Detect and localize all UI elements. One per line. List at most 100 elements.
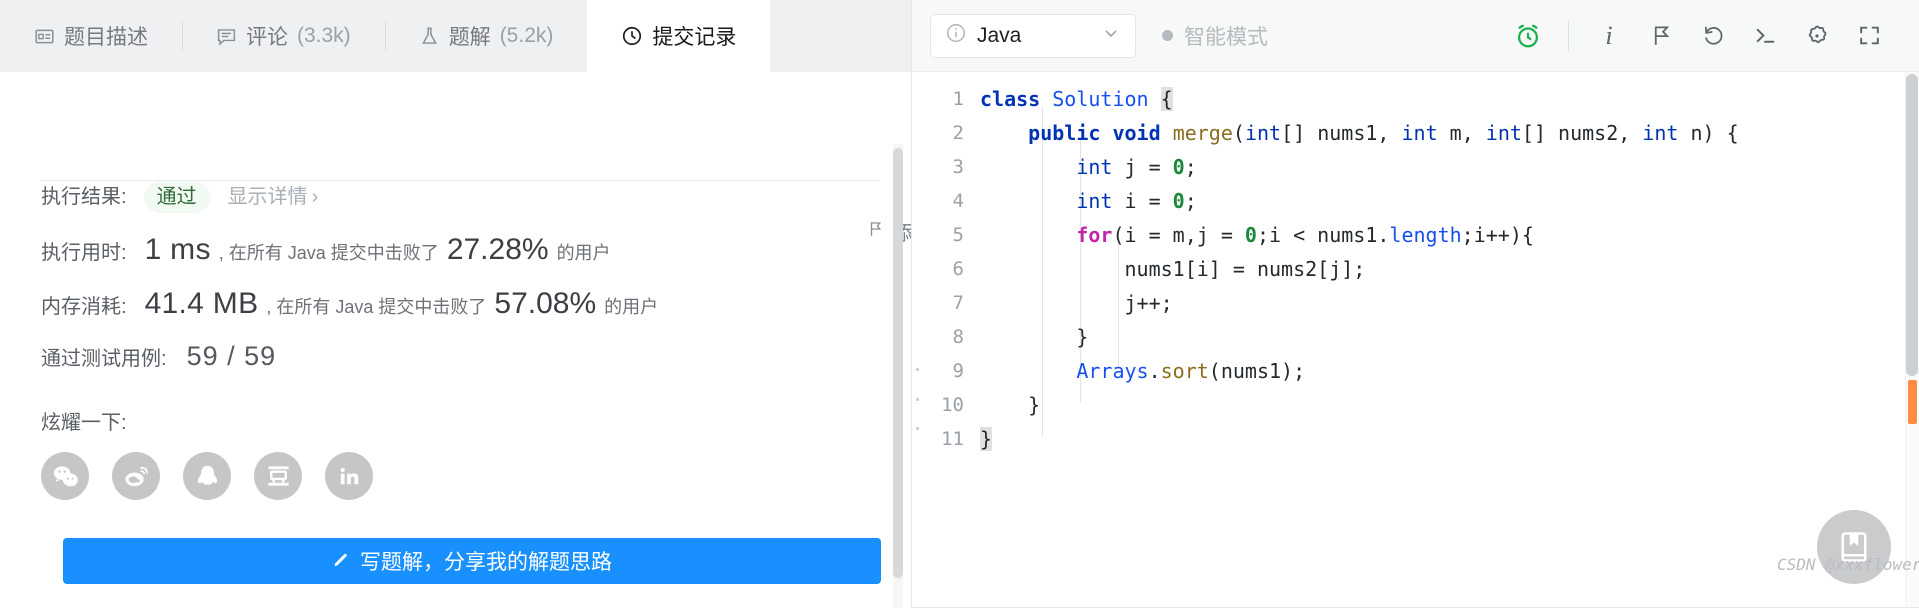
- line-number: 1: [952, 88, 964, 110]
- qq-icon[interactable]: [183, 452, 231, 500]
- runtime-row: 执行用时: 1 ms , 在所有 Java 提交中击败了 27.28% 的用户: [41, 233, 879, 267]
- flask-icon: [419, 26, 440, 47]
- console-icon[interactable]: [1739, 10, 1791, 62]
- runtime-value: 1 ms: [144, 233, 211, 266]
- tab-comments[interactable]: 评论 (3.3k): [182, 0, 385, 72]
- code-line-text: for(i = m,j = 0;i < nums1.length;i++){: [1076, 223, 1534, 247]
- runtime-label: 执行用时:: [41, 242, 127, 264]
- code-line: 1 class Solution {: [912, 82, 1919, 116]
- code-line: 5 for(i = m,j = 0;i < nums1.length;i++){: [912, 218, 1919, 252]
- line-number: 3: [952, 156, 964, 178]
- settings-icon[interactable]: [1791, 10, 1843, 62]
- watermark-text: CSDN @xxxflower.: [1776, 555, 1919, 574]
- write-solution-button[interactable]: 写题解，分享我的解题思路: [63, 538, 881, 584]
- tab-solutions[interactable]: 题解 (5.2k): [384, 0, 588, 72]
- result-status-row: 执行结果: 通过 显示详情 ›: [41, 180, 879, 213]
- result-label: 执行结果:: [41, 186, 127, 208]
- wechat-icon[interactable]: [41, 452, 89, 500]
- code-line: 9 Arrays.sort(nums1);: [912, 354, 1919, 388]
- code-line-text: }: [1076, 325, 1089, 349]
- code-line: 10 }: [912, 388, 1919, 422]
- problem-tabbar: 题目描述 评论 (3.3k) 题解 (5.2k) 提交记录: [0, 0, 911, 72]
- language-select[interactable]: Java: [930, 13, 1136, 58]
- code-line: 8 }: [912, 320, 1919, 354]
- left-scrollbar-thumb[interactable]: [893, 148, 903, 578]
- tab-submissions[interactable]: 提交记录: [587, 0, 771, 72]
- code-line-text: nums1[i] = nums2[j];: [1124, 257, 1366, 281]
- memory-percent: 57.08%: [494, 287, 597, 320]
- tab-label: 提交记录: [652, 26, 737, 49]
- weibo-icon[interactable]: [112, 452, 160, 500]
- runtime-suffix: 的用户: [556, 243, 611, 263]
- line-number: 8: [952, 326, 964, 348]
- info-circle-icon: [945, 22, 967, 49]
- code-line-text: Arrays.sort(nums1);: [1076, 359, 1306, 383]
- left-panel: 题目描述 评论 (3.3k) 题解 (5.2k) 提交记录 执行结果: 通过 显…: [0, 0, 911, 608]
- line-number: 5: [952, 224, 964, 246]
- memory-value: 41.4 MB: [144, 287, 259, 320]
- code-editor[interactable]: 1 class Solution { 2 public void merge(i…: [912, 72, 1919, 608]
- alarm-clock-icon[interactable]: [1502, 10, 1554, 62]
- line-number: 2: [952, 122, 964, 144]
- code-area[interactable]: 1 class Solution { 2 public void merge(i…: [912, 82, 1919, 456]
- code-line-text: int j = 0;: [1076, 155, 1197, 179]
- flag-icon[interactable]: [1635, 10, 1687, 62]
- memory-prefix: , 在所有 Java 提交中击败了: [266, 297, 487, 317]
- toolbar-divider: [1568, 20, 1569, 51]
- runtime-percent: 27.28%: [446, 233, 549, 266]
- code-line: 2 public void merge(int[] nums1, int m, …: [912, 116, 1919, 150]
- watermark: CSDN @xxxflower.: [1777, 510, 1919, 584]
- code-line: 4 int i = 0;: [912, 184, 1919, 218]
- submission-result-body: 执行结果: 通过 显示详情 › 执行用时: 1 ms , 在所有 Java 提交中…: [0, 72, 911, 608]
- tabbar-filler: [770, 0, 911, 72]
- language-label: Java: [977, 23, 1022, 47]
- editor-tool-icons: i: [1502, 10, 1895, 62]
- testcases-label: 通过测试用例:: [41, 348, 167, 370]
- tab-label: 题目描述: [64, 26, 148, 49]
- result-card: 执行结果: 通过 显示详情 › 执行用时: 1 ms , 在所有 Java 提交中…: [41, 94, 879, 500]
- fullscreen-icon[interactable]: [1843, 10, 1895, 62]
- code-line-text: class Solution {: [980, 87, 1173, 111]
- smart-mode-toggle[interactable]: 智能模式: [1162, 21, 1268, 51]
- douban-icon[interactable]: [254, 452, 302, 500]
- share-label: 炫耀一下:: [41, 412, 127, 434]
- add-note-button[interactable]: 添加: [867, 217, 911, 246]
- code-line-text: int i = 0;: [1076, 189, 1197, 213]
- line-number: 9: [952, 360, 964, 382]
- tab-label: 评论: [246, 26, 288, 49]
- linkedin-icon[interactable]: [325, 452, 373, 500]
- editor-toolbar: Java 智能模式 i: [912, 0, 1919, 72]
- status-dot-icon: [1162, 30, 1173, 41]
- editor-scroll-marker: [1908, 380, 1917, 424]
- memory-row: 内存消耗: 41.4 MB , 在所有 Java 提交中击败了 57.08% 的…: [41, 287, 879, 321]
- info-italic-icon[interactable]: i: [1583, 10, 1635, 62]
- reset-icon[interactable]: [1687, 10, 1739, 62]
- code-line: 6 nums1[i] = nums2[j];: [912, 252, 1919, 286]
- clock-icon: [621, 25, 643, 47]
- code-line-text: public void merge(int[] nums1, int m, in…: [1028, 121, 1739, 145]
- write-solution-label: 写题解，分享我的解题思路: [360, 551, 612, 574]
- tab-problem-description[interactable]: 题目描述: [0, 0, 182, 72]
- chevron-down-icon: [1101, 23, 1121, 48]
- code-line-text: j++;: [1124, 291, 1173, 315]
- smart-mode-label: 智能模式: [1184, 25, 1268, 49]
- line-number: 7: [952, 292, 964, 314]
- code-line: 3 int j = 0;: [912, 150, 1919, 184]
- code-line-text: }: [1028, 393, 1041, 417]
- tab-count: (3.3k): [297, 24, 351, 47]
- line-number: 10: [941, 394, 964, 416]
- code-line: 11 }: [912, 422, 1919, 456]
- memory-label: 内存消耗:: [41, 296, 127, 318]
- status-badge: 通过: [143, 181, 210, 213]
- code-line: 7 j++;: [912, 286, 1919, 320]
- line-number: 11: [941, 428, 964, 450]
- description-icon: [34, 26, 55, 47]
- leetcode-submission-page: 题目描述 评论 (3.3k) 题解 (5.2k) 提交记录 执行结果: 通过 显…: [0, 0, 1919, 608]
- testcases-value: 59 / 59: [186, 341, 277, 371]
- flag-icon: [867, 220, 885, 244]
- testcases-row: 通过测试用例: 59 / 59: [41, 341, 879, 372]
- pencil-icon: [332, 549, 351, 574]
- comment-icon: [216, 26, 237, 47]
- editor-scrollbar-thumb[interactable]: [1906, 74, 1918, 376]
- show-detail-link[interactable]: 显示详情 ›: [228, 180, 319, 209]
